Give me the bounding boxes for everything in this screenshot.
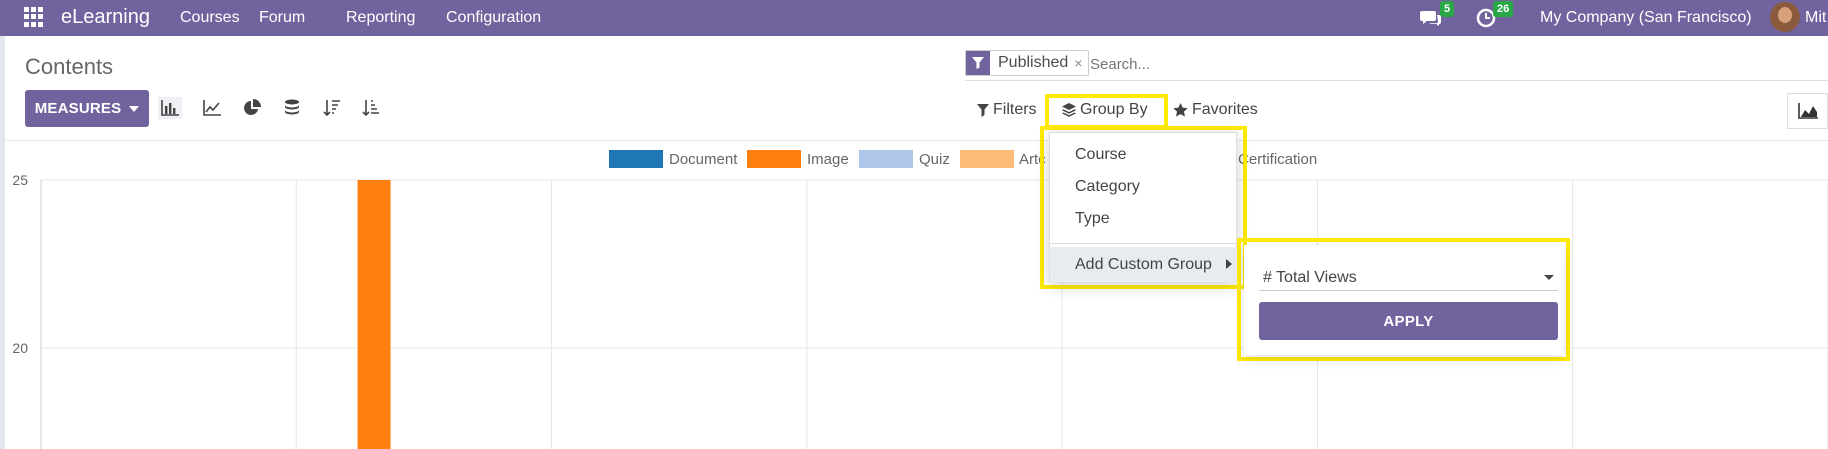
menu-forum[interactable]: Forum <box>259 9 305 27</box>
app-name[interactable]: eLearning <box>61 6 150 29</box>
filters-button[interactable]: Filters <box>977 101 1037 119</box>
group-by-dropdown: Course Category Type Add Custom Group <box>1049 132 1238 282</box>
filters-label: Filters <box>993 101 1037 118</box>
custom-group-field-select[interactable]: # Total Views <box>1259 261 1558 291</box>
favorites-button[interactable]: Favorites <box>1173 101 1258 119</box>
facet-label: Published <box>998 54 1069 71</box>
area-chart-toggle-button[interactable] <box>1787 93 1828 129</box>
user-name[interactable]: Mit <box>1805 9 1826 27</box>
dropdown-divider <box>1050 243 1238 244</box>
stacked-button[interactable] <box>280 97 304 119</box>
group-by-option-type[interactable]: Type <box>1075 210 1110 228</box>
sort-descending-button[interactable] <box>320 97 344 119</box>
search-input[interactable] <box>1090 51 1790 77</box>
bar-chart-icon <box>161 100 179 116</box>
search-facet-published[interactable]: Published × <box>965 50 1090 76</box>
menu-reporting[interactable]: Reporting <box>346 9 415 27</box>
measures-button[interactable]: MEASURES <box>25 90 149 127</box>
custom-group-panel: # Total Views APPLY <box>1244 245 1564 355</box>
add-custom-group-label: Add Custom Group <box>1075 256 1212 273</box>
legend-label-document[interactable]: Document <box>669 151 737 168</box>
facet-remove-button[interactable]: × <box>1074 55 1088 71</box>
pie-chart-button[interactable] <box>240 97 264 119</box>
group-by-option-category[interactable]: Category <box>1075 178 1140 196</box>
apply-button[interactable]: APPLY <box>1259 302 1558 340</box>
search-underline <box>965 80 1828 81</box>
custom-group-field-value: # Total Views <box>1263 269 1357 286</box>
control-panel-divider <box>5 140 1828 141</box>
area-chart-icon <box>1797 103 1818 119</box>
y-tick-label: 20 <box>12 340 28 356</box>
user-avatar[interactable] <box>1770 2 1800 32</box>
legend-swatch-document[interactable] <box>609 150 663 168</box>
add-custom-group-item[interactable]: Add Custom Group <box>1050 247 1238 282</box>
menu-courses[interactable]: Courses <box>180 9 240 27</box>
legend-swatch-article[interactable] <box>960 150 1014 168</box>
y-tick-label: 25 <box>12 172 28 188</box>
sort-ascending-icon <box>362 100 379 117</box>
filter-icon <box>966 51 990 75</box>
page-title: Contents <box>25 54 114 79</box>
app-menu-icon[interactable] <box>24 7 44 27</box>
caret-right-icon <box>1226 259 1232 269</box>
legend-swatch-quiz[interactable] <box>859 150 913 168</box>
menu-configuration[interactable]: Configuration <box>446 9 541 27</box>
legend-label-quiz[interactable]: Quiz <box>919 151 950 168</box>
filter-icon <box>977 103 989 117</box>
caret-down-icon <box>1544 275 1554 280</box>
database-icon <box>285 99 299 115</box>
layers-icon <box>1062 103 1076 117</box>
line-chart-icon <box>203 100 221 116</box>
measures-label: MEASURES <box>34 100 122 117</box>
messages-count-badge: 5 <box>1440 1 1455 17</box>
legend-swatch-image[interactable] <box>747 150 801 168</box>
company-switcher[interactable]: My Company (San Francisco) <box>1540 9 1752 27</box>
legend-label-image[interactable]: Image <box>807 151 849 168</box>
star-icon <box>1173 103 1188 117</box>
group-by-option-course[interactable]: Course <box>1075 146 1127 164</box>
bar-chart-button[interactable] <box>158 97 182 119</box>
group-by-button[interactable]: Group By <box>1062 101 1148 119</box>
line-chart-button[interactable] <box>200 97 224 119</box>
bar-image <box>357 180 391 449</box>
favorites-label: Favorites <box>1192 101 1258 118</box>
top-navbar: eLearning Courses Forum Reporting Config… <box>0 0 1828 36</box>
caret-down-icon <box>129 105 140 112</box>
pie-chart-icon <box>244 99 261 115</box>
sort-ascending-button[interactable] <box>359 97 383 119</box>
activities-count-badge: 26 <box>1493 1 1514 17</box>
group-by-label: Group By <box>1080 101 1148 118</box>
sort-descending-icon <box>323 100 340 117</box>
chat-icon <box>1420 11 1441 26</box>
legend-label-certification[interactable]: Certification <box>1238 151 1317 168</box>
